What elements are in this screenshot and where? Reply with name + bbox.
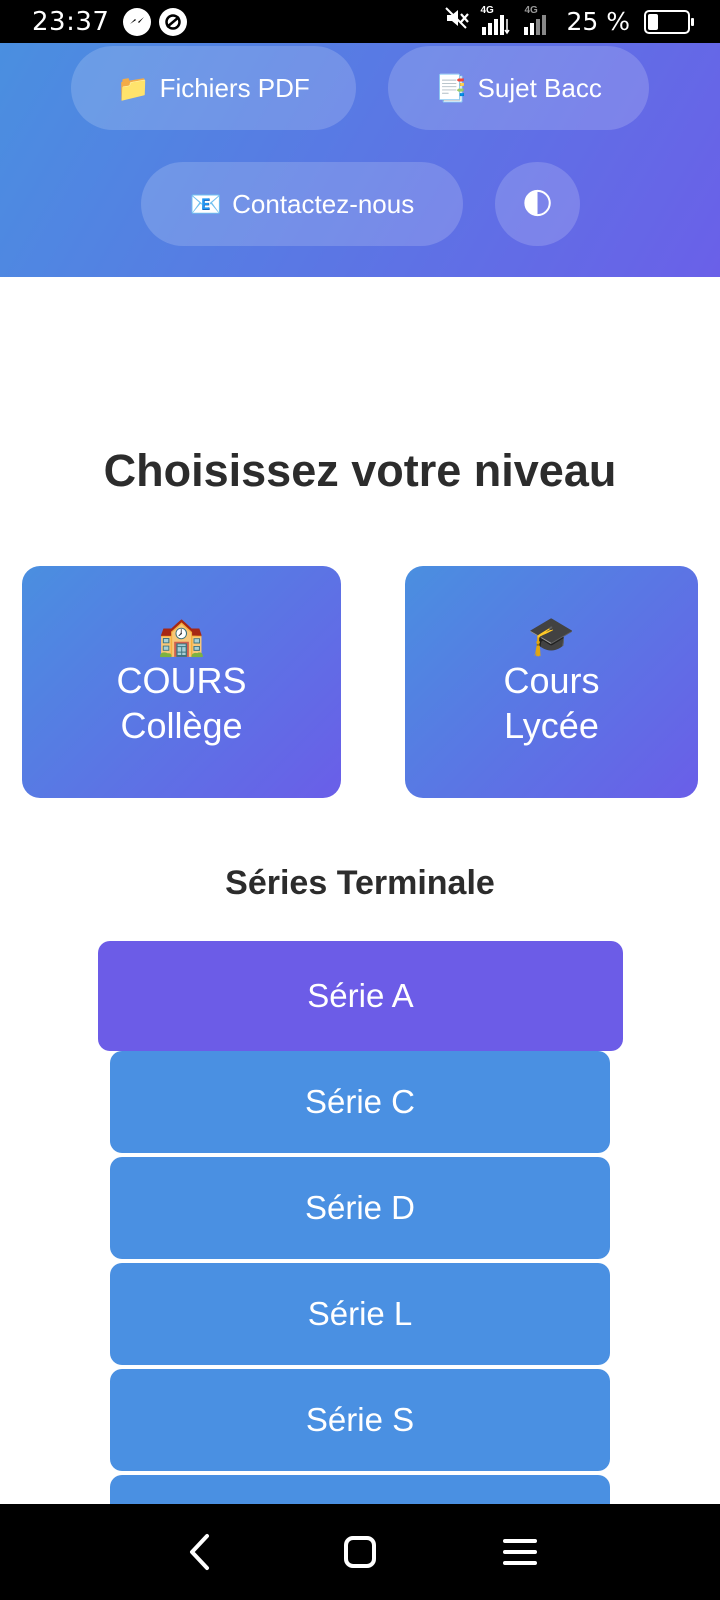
bacc-subject-label: Sujet Bacc xyxy=(477,72,602,103)
status-left: 23:37 xyxy=(32,6,188,37)
lycee-course-card[interactable]: 🎓 Cours Lycée xyxy=(405,566,698,798)
signal-icon-1: 4G xyxy=(478,5,512,37)
series-d-button[interactable]: Série D xyxy=(110,1157,610,1259)
school-icon: 🏫 xyxy=(157,616,206,658)
half-moon-icon: 🌓 xyxy=(521,187,554,221)
status-time: 23:37 xyxy=(32,6,110,37)
battery-fill xyxy=(648,13,658,30)
battery-icon xyxy=(644,9,694,34)
battery-percent: 25 % xyxy=(566,7,630,36)
series-l-button[interactable]: Série L xyxy=(110,1263,610,1365)
college-card-line2: Collège xyxy=(120,705,243,746)
lycee-card-line2: Lycée xyxy=(504,705,599,746)
status-bar: 23:37 4G 4G 25 % xyxy=(0,0,720,43)
focus-icon xyxy=(159,7,188,36)
series-section-title: Séries Terminale xyxy=(225,864,495,902)
header-nav: 📁 Fichiers PDF 📑 Sujet Bacc 📧 Contactez-… xyxy=(0,43,720,277)
document-icon: 📑 xyxy=(435,72,468,103)
folder-icon: 📁 xyxy=(117,72,150,103)
menu-lines-icon xyxy=(503,1539,537,1565)
lycee-card-line1: Cours xyxy=(503,660,600,701)
series-c-button[interactable]: Série C xyxy=(110,1051,610,1153)
contact-label: Contactez-nous xyxy=(232,188,415,219)
system-nav-bar xyxy=(0,1504,720,1600)
back-chevron-icon xyxy=(190,1534,209,1570)
recent-apps-button[interactable] xyxy=(480,1504,560,1600)
contact-button[interactable]: 📧 Contactez-nous xyxy=(141,162,463,246)
graduation-cap-icon: 🎓 xyxy=(527,616,576,658)
pdf-files-label: Fichiers PDF xyxy=(159,72,310,103)
mute-icon xyxy=(444,6,470,37)
status-right: 4G 4G 25 % xyxy=(444,5,694,37)
home-square-icon xyxy=(344,1536,376,1568)
pdf-files-button[interactable]: 📁 Fichiers PDF xyxy=(71,46,356,130)
home-button[interactable] xyxy=(320,1504,400,1600)
signal-icon-2: 4G xyxy=(520,5,554,37)
bacc-subject-button[interactable]: 📑 Sujet Bacc xyxy=(388,46,649,130)
college-course-card[interactable]: 🏫 COURS Collège xyxy=(22,566,341,798)
email-icon: 📧 xyxy=(189,188,223,219)
theme-toggle-button[interactable]: 🌓 xyxy=(495,162,580,246)
page-title: Choisissez votre niveau xyxy=(103,445,617,496)
messenger-icon xyxy=(123,7,152,36)
back-button[interactable] xyxy=(160,1504,240,1600)
series-a-button[interactable]: Série A xyxy=(98,941,623,1051)
college-card-line1: COURS xyxy=(116,660,247,701)
series-s-button[interactable]: Série S xyxy=(110,1369,610,1471)
